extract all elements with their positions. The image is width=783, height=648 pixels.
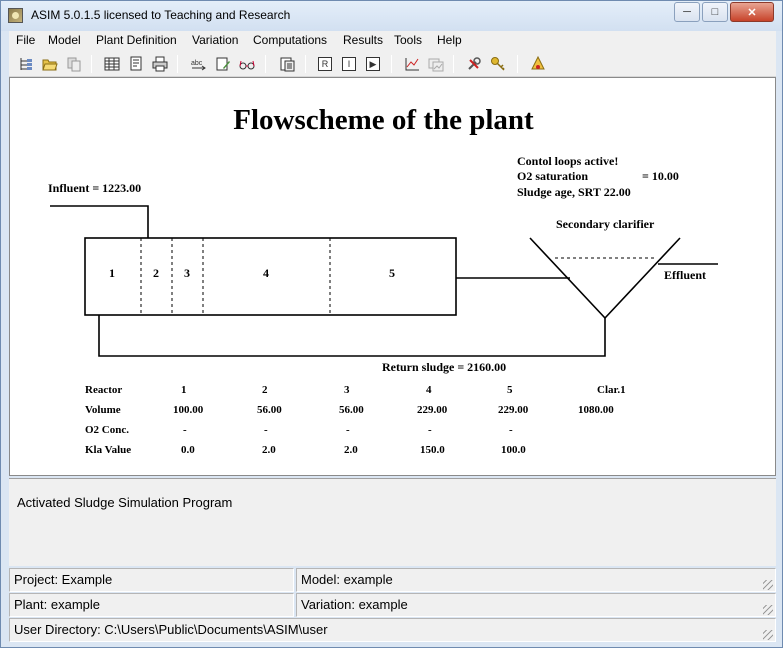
table-header-label: Reactor xyxy=(85,384,123,396)
table-cell: 229.00 xyxy=(498,404,529,416)
app-icon[interactable] xyxy=(8,8,23,23)
edit-icon[interactable] xyxy=(213,54,233,74)
menu-computations[interactable]: Computations xyxy=(253,33,327,47)
print-icon[interactable] xyxy=(150,54,170,74)
reactor-number: 5 xyxy=(389,266,395,280)
play-label: ▶ xyxy=(366,57,380,71)
status-model: Model: example xyxy=(296,568,776,592)
table-column-header: 1 xyxy=(181,384,187,396)
table-cell: 0.0 xyxy=(181,444,195,456)
report-icon[interactable] xyxy=(126,54,146,74)
o2-saturation-value: = 10.00 xyxy=(642,169,679,183)
copy-icon[interactable] xyxy=(64,54,84,74)
menu-variation[interactable]: Variation xyxy=(192,33,238,47)
return-sludge-label: Return sludge = 2160.00 xyxy=(382,360,507,374)
influent-pipe xyxy=(50,205,149,238)
table-column-header: 4 xyxy=(426,384,432,396)
secondary-clarifier-label: Secondary clarifier xyxy=(556,217,655,231)
reactor-number: 2 xyxy=(153,266,159,280)
application-window: ASIM 5.0.1.5 licensed to Teaching and Re… xyxy=(0,0,783,648)
status-variation: Variation: example xyxy=(296,593,776,617)
table-column-header: 5 xyxy=(507,384,513,396)
table-cell: - xyxy=(509,424,513,436)
table-column-header: 2 xyxy=(262,384,268,396)
calculate-icon[interactable] xyxy=(277,54,297,74)
open-folder-icon[interactable] xyxy=(40,54,60,74)
table-column-header: Clar.1 xyxy=(597,384,626,396)
table-cell: - xyxy=(428,424,432,436)
table-cell: - xyxy=(346,424,350,436)
maximize-button[interactable]: □ xyxy=(702,2,728,22)
table-icon[interactable] xyxy=(102,54,122,74)
svg-text:abc: abc xyxy=(191,60,203,67)
table-cell: - xyxy=(183,424,187,436)
table-row-label: O2 Conc. xyxy=(85,424,129,436)
table-row-label: Kla Value xyxy=(85,444,132,456)
tree-icon[interactable] xyxy=(16,54,36,74)
table-cell: 2.0 xyxy=(344,444,358,456)
table-column-header: 3 xyxy=(344,384,350,396)
table-cell: 1080.00 xyxy=(578,404,614,416)
help-icon[interactable] xyxy=(528,54,548,74)
status-project: Project: Example xyxy=(9,568,294,592)
menu-file[interactable]: File xyxy=(16,33,35,47)
table-cell: - xyxy=(264,424,268,436)
status-plant: Plant: example xyxy=(9,593,294,617)
description-text: Activated Sludge Simulation Program xyxy=(17,495,233,510)
menu-tools[interactable]: Tools xyxy=(394,33,422,47)
status-user-directory: User Directory: C:\Users\Public\Document… xyxy=(9,618,776,642)
play-icon[interactable]: ▶ xyxy=(363,54,383,74)
run-i-icon[interactable]: I xyxy=(339,54,359,74)
o2-saturation-label: O2 saturation xyxy=(517,169,589,183)
title-bar[interactable]: ASIM 5.0.1.5 licensed to Teaching and Re… xyxy=(1,1,782,31)
table-row-label: Volume xyxy=(85,404,121,416)
menu-bar: File Model Plant Definition Variation Co… xyxy=(9,31,776,51)
toolbar: abc R I ▶ xyxy=(9,51,776,77)
control-loops-text: Contol loops active! xyxy=(517,154,619,168)
table-cell: 56.00 xyxy=(339,404,364,416)
table-cell: 56.00 xyxy=(257,404,282,416)
resize-grip-icon[interactable] xyxy=(762,629,774,641)
tools-icon[interactable] xyxy=(464,54,484,74)
minimize-button[interactable]: ─ xyxy=(674,2,700,22)
table-cell: 100.00 xyxy=(173,404,204,416)
menu-plant-definition[interactable]: Plant Definition xyxy=(96,33,177,47)
table-cell: 100.0 xyxy=(501,444,526,456)
run-r-icon[interactable]: R xyxy=(315,54,335,74)
close-button[interactable]: ✕ xyxy=(730,2,774,22)
menu-results[interactable]: Results xyxy=(343,33,383,47)
effluent-label: Effluent xyxy=(664,268,706,282)
key-icon[interactable] xyxy=(488,54,508,74)
table-cell: 2.0 xyxy=(262,444,276,456)
influent-label: Influent = 1223.00 xyxy=(48,181,142,195)
table-cell: 229.00 xyxy=(417,404,448,416)
menu-model[interactable]: Model xyxy=(48,33,81,47)
flowscheme-canvas: Flowscheme of the plant Contol loops act… xyxy=(9,77,776,476)
reactor-number: 1 xyxy=(109,266,115,280)
run-r-label: R xyxy=(318,57,332,71)
reactor-number: 3 xyxy=(184,266,190,280)
table-cell: 150.0 xyxy=(420,444,445,456)
chart-icon[interactable] xyxy=(402,54,422,74)
reactor-number: 4 xyxy=(263,266,269,280)
chart-compare-icon[interactable] xyxy=(426,54,446,74)
description-panel: Activated Sludge Simulation Program xyxy=(9,478,776,566)
return-sludge-pipe xyxy=(98,315,606,357)
flowscheme-title: Flowscheme of the plant xyxy=(233,104,534,136)
window-title: ASIM 5.0.1.5 licensed to Teaching and Re… xyxy=(31,8,291,22)
resize-grip-icon[interactable] xyxy=(762,604,774,616)
menu-help[interactable]: Help xyxy=(437,33,462,47)
sludge-age-text: Sludge age, SRT 22.00 xyxy=(517,185,631,199)
abc-icon[interactable]: abc xyxy=(189,54,209,74)
glasses-icon[interactable] xyxy=(237,54,257,74)
run-i-label: I xyxy=(342,57,356,71)
resize-grip-icon[interactable] xyxy=(762,579,774,591)
